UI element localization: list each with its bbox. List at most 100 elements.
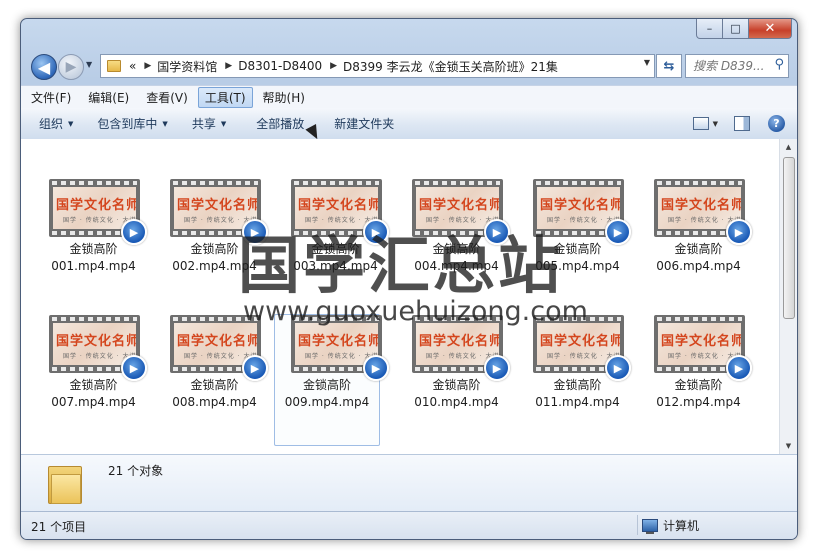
file-item[interactable]: 国学文化名师 国学 · 传统文化 · 大讲堂 ▶ 金锁高阶 011.mp4.mp4: [517, 315, 631, 445]
search-box[interactable]: ⚲: [685, 54, 789, 78]
thumbnail-title: 国学文化名师: [419, 198, 499, 213]
breadcrumb-overflow[interactable]: «: [129, 59, 136, 73]
film-strip: [294, 181, 379, 185]
file-name: 金锁高阶 010.mp4.mp4: [396, 377, 517, 411]
change-view-icon[interactable]: [692, 117, 709, 130]
organize-button[interactable]: 组织 ▼: [33, 115, 79, 132]
film-strip: [536, 181, 621, 185]
file-name: 金锁高阶 009.mp4.mp4: [275, 377, 379, 411]
file-name: 金锁高阶 007.mp4.mp4: [33, 377, 154, 411]
close-button[interactable]: ✕: [749, 19, 792, 39]
view-options-dropdown[interactable]: ▼: [713, 120, 718, 128]
item-count: 21 个项目: [31, 520, 87, 534]
file-name-line-2: 009.mp4.mp4: [284, 395, 370, 409]
file-name-line-2: 012.mp4.mp4: [656, 395, 741, 409]
status-divider: [637, 515, 638, 535]
breadcrumb-item-1[interactable]: ▶ 国学资料馆: [144, 58, 217, 75]
file-name-line-1: 金锁高阶: [69, 242, 118, 256]
thumbnail-title: 国学文化名师: [540, 198, 620, 213]
watermark-url: www.guoxuehuizong.com: [243, 296, 588, 327]
help-icon[interactable]: ?: [768, 115, 785, 132]
scrollbar-thumb[interactable]: [783, 157, 795, 319]
file-name-line-1: 金锁高阶: [190, 378, 239, 392]
file-name-line-2: 001.mp4.mp4: [51, 259, 136, 273]
film-strip: [657, 181, 742, 185]
address-bar[interactable]: « ▶ 国学资料馆 ▶ D8301-D8400 ▶ D8399 李云龙《金锁玉关高阶班…: [100, 54, 655, 78]
file-item[interactable]: 国学文化名师 国学 · 传统文化 · 大讲堂 ▶ 金锁高阶 001.mp4.mp4: [33, 179, 147, 309]
scroll-down-icon[interactable]: ▼: [780, 438, 797, 454]
play-all-button[interactable]: 全部播放: [250, 115, 310, 132]
thumbnail-title: 国学文化名师: [56, 334, 136, 349]
breadcrumb-item-3[interactable]: ▶ D8399 李云龙《金锁玉关高阶班》21集: [330, 58, 558, 75]
scroll-up-icon[interactable]: ▲: [780, 139, 797, 155]
caret-down-icon: ▼: [162, 119, 168, 128]
file-item[interactable]: 国学文化名师 国学 · 传统文化 · 大讲堂 ▶ 金锁高阶 010.mp4.mp4: [396, 315, 510, 445]
thumbnail-title: 国学文化名师: [56, 198, 136, 213]
thumbnail-title: 国学文化名师: [540, 334, 620, 349]
computer-icon: [642, 519, 658, 534]
preview-pane-icon[interactable]: [734, 116, 750, 131]
vertical-scrollbar[interactable]: ▲ ▼: [779, 139, 797, 454]
file-name-line-2: 007.mp4.mp4: [51, 395, 136, 409]
chevron-right-icon[interactable]: ▶: [225, 61, 232, 71]
new-folder-button[interactable]: 新建文件夹: [328, 115, 400, 132]
thumbnail-title: 国学文化名师: [419, 334, 499, 349]
file-name: 金锁高阶 012.mp4.mp4: [638, 377, 759, 411]
film-strip: [52, 181, 137, 185]
search-icon[interactable]: ⚲: [774, 57, 784, 72]
folder-icon: [107, 60, 121, 72]
file-name-line-1: 金锁高阶: [69, 378, 118, 392]
refresh-button[interactable]: ⇆: [656, 54, 682, 78]
file-item[interactable]: 国学文化名师 国学 · 传统文化 · 大讲堂 ▶ 金锁高阶 006.mp4.mp4: [638, 179, 752, 309]
menu-edit[interactable]: 编辑(E): [81, 87, 136, 108]
file-name-line-2: 011.mp4.mp4: [535, 395, 620, 409]
menu-help[interactable]: 帮助(H): [256, 87, 312, 108]
watermark-text: 国学汇总站: [238, 229, 564, 302]
file-name: 金锁高阶 008.mp4.mp4: [154, 377, 275, 411]
file-item[interactable]: 国学文化名师 国学 · 传统文化 · 大讲堂 ▶ 金锁高阶 009.mp4.mp4: [274, 314, 389, 446]
file-name-line-1: 金锁高阶: [302, 378, 351, 392]
refresh-icon: ⇆: [663, 58, 675, 74]
thumbnail-title: 国学文化名师: [661, 334, 741, 349]
search-input[interactable]: [691, 58, 773, 74]
file-name-line-2: 006.mp4.mp4: [656, 259, 741, 273]
file-name-line-1: 金锁高阶: [674, 242, 723, 256]
file-item[interactable]: 国学文化名师 国学 · 传统文化 · 大讲堂 ▶ 金锁高阶 008.mp4.mp4: [154, 315, 268, 445]
back-button[interactable]: ◀: [31, 54, 57, 80]
address-dropdown[interactable]: ▼: [644, 58, 650, 67]
folder-icon: [48, 466, 82, 504]
thumbnail-title: 国学文化名师: [177, 334, 257, 349]
menu-bar: 文件(F) 编辑(E) 查看(V) 工具(T) 帮助(H): [21, 85, 797, 108]
chevron-right-icon[interactable]: ▶: [144, 61, 151, 71]
back-arrow-icon: ◀: [37, 57, 51, 77]
forward-button[interactable]: ▶: [58, 54, 84, 80]
navigation-bar: ◀ ▶ ▼ « ▶ 国学资料馆 ▶ D8301-D8400 ▶ D8399 李云龙《金…: [21, 49, 797, 83]
caret-down-icon: ▼: [68, 119, 74, 128]
file-name-line-2: 008.mp4.mp4: [172, 395, 257, 409]
file-name-line-1: 金锁高阶: [432, 378, 481, 392]
film-strip: [415, 181, 500, 185]
minimize-button[interactable]: –: [696, 19, 723, 39]
recent-pages-dropdown[interactable]: ▼: [86, 60, 92, 69]
thumbnail-title: 国学文化名师: [298, 334, 378, 349]
file-item[interactable]: 国学文化名师 国学 · 传统文化 · 大讲堂 ▶ 金锁高阶 012.mp4.mp4: [638, 315, 752, 445]
menu-tools[interactable]: 工具(T): [197, 86, 253, 108]
status-bar: 21 个项目 计算机: [21, 511, 797, 539]
film-strip: [173, 181, 258, 185]
file-name-line-1: 金锁高阶: [674, 378, 723, 392]
include-in-library-button[interactable]: 包含到库中 ▼: [91, 115, 173, 132]
forward-arrow-icon: ▶: [65, 59, 77, 75]
caption-buttons: – □ ✕: [696, 19, 792, 39]
details-pane: 21 个对象: [21, 454, 797, 512]
menu-view[interactable]: 查看(V): [139, 87, 195, 108]
menu-file[interactable]: 文件(F): [24, 87, 78, 108]
chevron-right-icon[interactable]: ▶: [330, 61, 337, 71]
maximize-button[interactable]: □: [723, 19, 749, 39]
thumbnail-title: 国学文化名师: [298, 198, 378, 213]
file-item[interactable]: 国学文化名师 国学 · 传统文化 · 大讲堂 ▶ 金锁高阶 007.mp4.mp4: [33, 315, 147, 445]
file-name: 金锁高阶 006.mp4.mp4: [638, 241, 759, 275]
share-button[interactable]: 共享 ▼: [186, 115, 232, 132]
location-label: 计算机: [663, 519, 700, 533]
thumbnail-title: 国学文化名师: [661, 198, 741, 213]
breadcrumb-item-2[interactable]: ▶ D8301-D8400: [225, 59, 322, 73]
